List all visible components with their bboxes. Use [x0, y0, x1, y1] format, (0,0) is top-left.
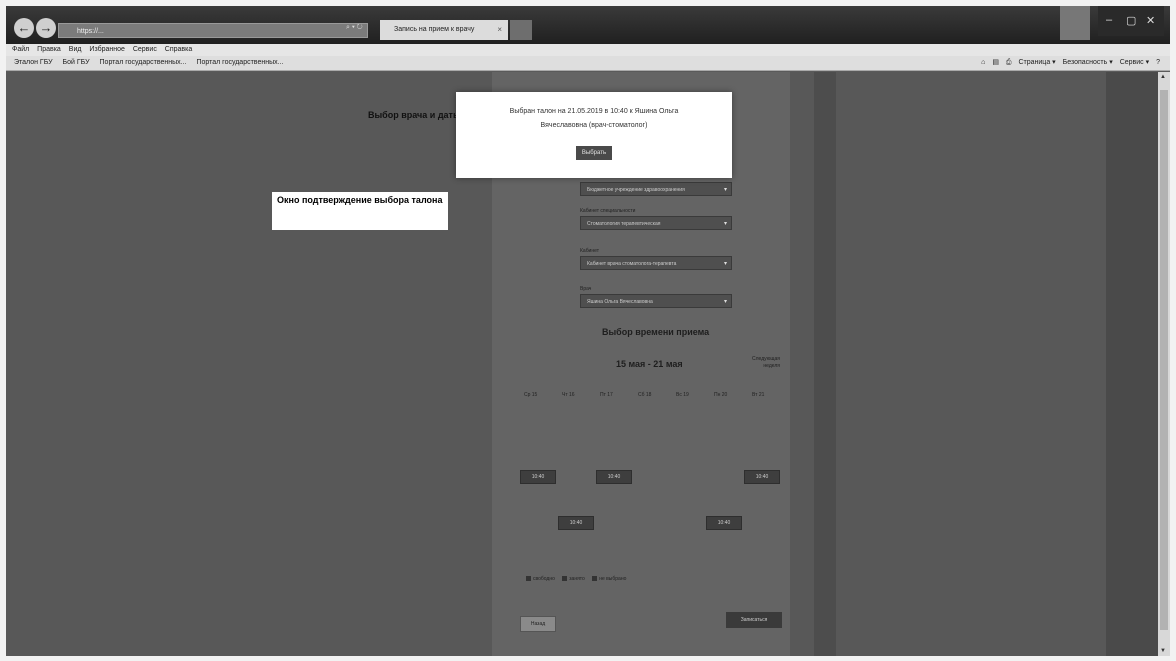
- avatar: [1060, 6, 1090, 40]
- step-title: Выбор врача и даты: [368, 110, 461, 120]
- feeds-icon[interactable]: ▤: [992, 59, 999, 66]
- refresh-icon[interactable]: ↻: [357, 24, 363, 31]
- scan-band: [1106, 72, 1158, 656]
- scan-band: [814, 72, 836, 656]
- menu-item[interactable]: Избранное: [89, 46, 124, 53]
- forward-button[interactable]: →: [36, 18, 56, 38]
- command-bar: ⌂ ▤ ⎙ Страница ▾ Безопасность ▾ Сервис ▾…: [976, 56, 1160, 70]
- minimize-icon[interactable]: –: [1106, 14, 1112, 26]
- day-header: Ср 15: [524, 392, 538, 398]
- favorite-link[interactable]: Портал государственных...: [196, 59, 283, 66]
- modal-message: Выбран талон на 21.05.2019 в 10:40 к Яши…: [509, 108, 679, 115]
- menu-bar: Файл Правка Вид Избранное Сервис Справка: [6, 44, 1170, 56]
- back-arrow-icon: ←: [17, 20, 31, 35]
- cabinet-select[interactable]: Кабинет врача стоматолога-терапевта ▾: [580, 256, 732, 270]
- chevron-down-icon: ▾: [723, 299, 727, 305]
- back-button[interactable]: ←: [14, 18, 34, 38]
- next-week-link[interactable]: Следующая неделя: [740, 356, 780, 370]
- confirmation-modal: Выбран талон на 21.05.2019 в 10:40 к Яши…: [456, 92, 732, 178]
- day-header: Вс 19: [676, 392, 689, 398]
- menu-item[interactable]: Вид: [69, 46, 82, 53]
- select-value: Бюджетное учреждение здравоохранения: [587, 187, 685, 193]
- screenshot: ← → https://... ⌕ ▾ ↻ Запись на прием к …: [6, 6, 1170, 656]
- institution-select[interactable]: Бюджетное учреждение здравоохранения ▾: [580, 182, 732, 196]
- submit-button[interactable]: Записаться: [726, 612, 782, 628]
- command-item[interactable]: Сервис ▾: [1120, 59, 1149, 66]
- command-item[interactable]: Страница ▾: [1018, 59, 1055, 66]
- confirm-button[interactable]: Выбрать: [576, 146, 612, 160]
- annotation-callout: Окно подтверждение выбора талона: [272, 192, 448, 230]
- tab-title: Запись на прием к врачу: [394, 26, 475, 33]
- select-value: Кабинет врача стоматолога-терапевта: [587, 261, 677, 267]
- maximize-icon[interactable]: ▢: [1126, 14, 1136, 27]
- time-slot[interactable]: 10:40: [558, 516, 594, 530]
- legend-swatch: [592, 576, 598, 582]
- chevron-down-icon: ▾: [723, 221, 727, 227]
- scroll-down-icon[interactable]: ▼: [1160, 648, 1166, 654]
- back-button[interactable]: Назад: [520, 616, 556, 632]
- select-value: Стоматология терапевтическая: [587, 221, 661, 227]
- scrollbar[interactable]: ▲ ▼: [1158, 72, 1170, 656]
- tab-active[interactable]: Запись на прием к врачу ×: [380, 20, 508, 40]
- help-icon[interactable]: ?: [1156, 59, 1160, 66]
- search-icon[interactable]: ⌕: [346, 24, 350, 31]
- forward-arrow-icon: →: [39, 20, 53, 35]
- scroll-thumb[interactable]: [1160, 90, 1168, 630]
- select-label: Кабинет специальности: [580, 208, 636, 214]
- favorite-link[interactable]: Портал государственных...: [100, 59, 187, 66]
- address-bar-icons[interactable]: ⌕ ▾ ↻: [346, 24, 363, 32]
- scroll-up-icon[interactable]: ▲: [1160, 74, 1166, 80]
- chevron-down-icon: ▾: [723, 187, 727, 193]
- legend-swatch: [562, 576, 568, 582]
- chevron-down-icon: ▾: [723, 261, 727, 267]
- time-slot[interactable]: 10:40: [520, 470, 556, 484]
- address-bar[interactable]: https://...: [58, 23, 368, 38]
- legend-label: занято: [569, 576, 585, 582]
- close-icon[interactable]: ×: [497, 20, 502, 40]
- legend-swatch: [526, 576, 531, 582]
- menu-item[interactable]: Сервис: [133, 46, 157, 53]
- select-value: Яшина Ольга Вячеславовна: [587, 299, 653, 305]
- window-controls: – ▢ ✕: [1098, 6, 1164, 36]
- menu-item[interactable]: Правка: [37, 46, 61, 53]
- favorite-link[interactable]: Эталон ГБУ: [14, 59, 53, 66]
- doctor-select[interactable]: Яшина Ольга Вячеславовна ▾: [580, 294, 732, 308]
- browser-titlebar: ← → https://... ⌕ ▾ ↻ Запись на прием к …: [6, 6, 1170, 44]
- lock-icon[interactable]: ▾: [352, 24, 355, 31]
- window-close-icon[interactable]: ✕: [1146, 14, 1155, 27]
- legend-label: не выбрано: [599, 576, 627, 582]
- menu-item[interactable]: Справка: [165, 46, 192, 53]
- legend-label: свободно: [533, 576, 555, 582]
- time-slot[interactable]: 10:40: [744, 470, 780, 484]
- menu-item[interactable]: Файл: [12, 46, 29, 53]
- favorite-link[interactable]: Бой ГБУ: [63, 59, 90, 66]
- favorites-bar: Эталон ГБУ Бой ГБУ Портал государственны…: [6, 56, 1170, 71]
- home-icon[interactable]: ⌂: [981, 59, 985, 66]
- specialty-select[interactable]: Стоматология терапевтическая ▾: [580, 216, 732, 230]
- slot-legend: свободно занято не выбрано: [520, 576, 626, 582]
- select-label: Кабинет: [580, 248, 600, 254]
- print-icon[interactable]: ⎙: [1006, 59, 1012, 66]
- day-header: Сб 18: [638, 392, 652, 398]
- day-header: Пт 17: [600, 392, 613, 398]
- day-header: Вт 21: [752, 392, 765, 398]
- day-header: Пн 20: [714, 392, 728, 398]
- time-slot[interactable]: 10:40: [706, 516, 742, 530]
- select-label: Врач: [580, 286, 592, 292]
- command-item[interactable]: Безопасность ▾: [1063, 59, 1113, 66]
- time-slot[interactable]: 10:40: [596, 470, 632, 484]
- new-tab-button[interactable]: [510, 20, 532, 40]
- day-header: Чт 16: [562, 392, 575, 398]
- modal-message: Вячеславовна (врач-стоматолог): [540, 122, 648, 129]
- week-range: 15 мая - 21 мая: [616, 359, 683, 369]
- section-heading: Выбор времени приема: [602, 327, 710, 337]
